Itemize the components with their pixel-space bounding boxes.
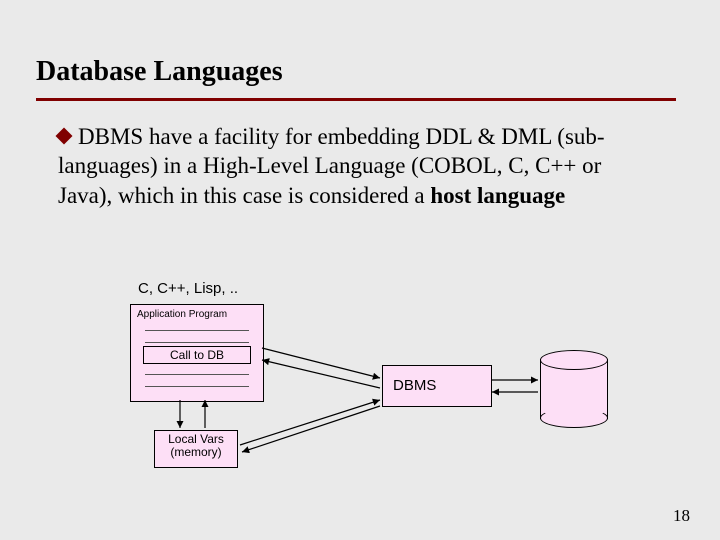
local-vars-line1: Local Vars bbox=[168, 432, 224, 446]
dbms-box: DBMS bbox=[382, 365, 492, 407]
code-line-icon bbox=[145, 366, 249, 375]
bullet-part-2-bold: host language bbox=[430, 183, 565, 208]
slide-title: Database Languages bbox=[36, 56, 283, 88]
application-program-box: Application Program Call to DB bbox=[130, 304, 264, 402]
page-number: 18 bbox=[673, 506, 690, 526]
database-cylinder-icon bbox=[540, 350, 606, 428]
code-line-icon bbox=[145, 378, 249, 387]
diamond-bullet-icon bbox=[56, 128, 73, 145]
local-vars-line2: (memory) bbox=[170, 445, 221, 459]
title-underline bbox=[36, 98, 676, 101]
slide: Database Languages DBMS have a facility … bbox=[0, 0, 720, 540]
code-line-icon bbox=[145, 334, 249, 343]
bullet-text: DBMS have a facility for embedding DDL &… bbox=[58, 122, 658, 210]
local-vars-box: Local Vars (memory) bbox=[154, 430, 238, 468]
app-program-title: Application Program bbox=[137, 309, 257, 320]
embedding-diagram: C, C++, Lisp, .. Application Program Cal… bbox=[130, 280, 650, 500]
code-line-icon bbox=[145, 322, 249, 331]
language-label: C, C++, Lisp, .. bbox=[138, 280, 238, 297]
call-to-db-box: Call to DB bbox=[143, 346, 251, 364]
